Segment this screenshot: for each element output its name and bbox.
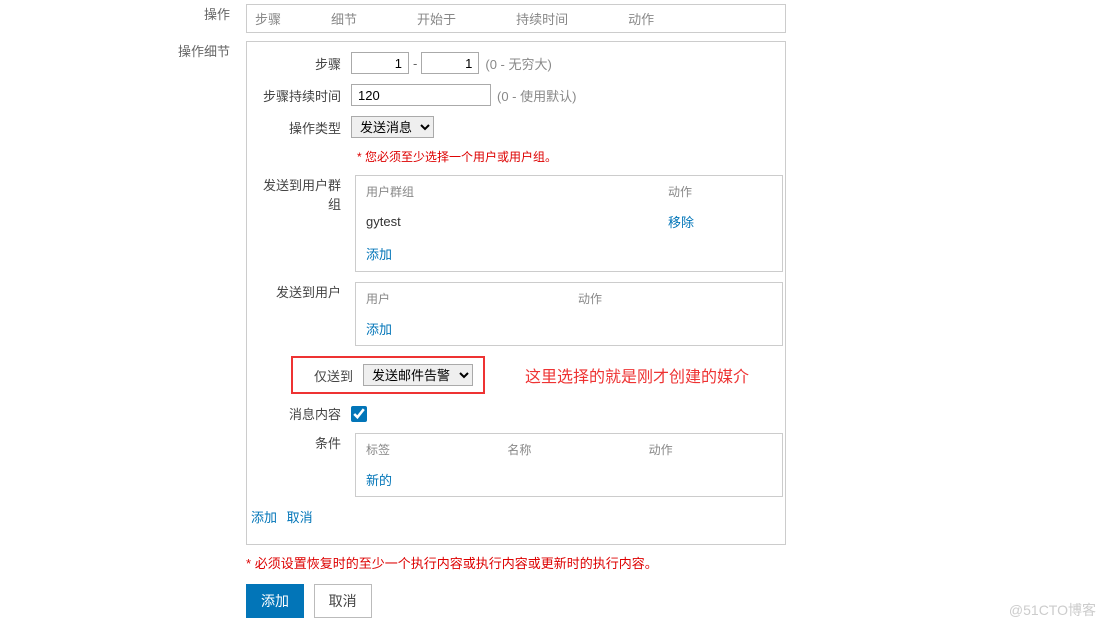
tab-action: 动作: [628, 9, 654, 28]
table-row: gytest 移除: [358, 207, 780, 236]
duration-input[interactable]: [351, 84, 491, 106]
group-add-link[interactable]: 添加: [366, 247, 392, 262]
user-table: 用户 动作 添加: [355, 282, 783, 346]
user-col-user: 用户: [358, 285, 568, 312]
operations-label: 操作: [170, 0, 238, 37]
cond-col-tag: 标签: [358, 436, 497, 463]
group-table: 用户群组 动作 gytest 移除 添: [355, 175, 783, 272]
steps-label: 步骤: [251, 54, 351, 73]
cond-col-action: 动作: [641, 436, 780, 463]
group-col-group: 用户群组: [358, 178, 658, 205]
steps-hint: (0 - 无穷大): [485, 54, 551, 73]
add-button[interactable]: 添加: [246, 584, 304, 618]
duration-hint: (0 - 使用默认): [497, 86, 576, 105]
watermark: @51CTO博客: [1009, 600, 1096, 620]
send-group-label: 发送到用户群组: [251, 175, 351, 213]
msg-content-checkbox[interactable]: [351, 406, 367, 422]
cond-label: 条件: [251, 433, 351, 452]
annotation-text: 这里选择的就是刚才创建的媒介: [525, 363, 749, 387]
send-only-highlight: 仅送到 发送邮件告警: [291, 356, 485, 394]
steps-dash: -: [413, 56, 417, 71]
send-user-label: 发送到用户: [251, 282, 351, 301]
group-col-action: 动作: [660, 178, 780, 205]
tab-duration: 持续时间: [516, 9, 568, 28]
user-col-action: 动作: [570, 285, 780, 312]
cancel-button[interactable]: 取消: [314, 584, 372, 618]
user-add-link[interactable]: 添加: [366, 322, 392, 337]
send-only-select[interactable]: 发送邮件告警: [363, 364, 473, 386]
op-type-label: 操作类型: [251, 118, 351, 137]
cond-new-link[interactable]: 新的: [366, 473, 392, 488]
tab-start: 开始于: [417, 9, 456, 28]
send-only-label: 仅送到: [293, 366, 363, 385]
duration-label: 步骤持续时间: [251, 86, 351, 105]
steps-to-input[interactable]: [421, 52, 479, 74]
op-type-select[interactable]: 发送消息: [351, 116, 434, 138]
group-cell-name: gytest: [358, 207, 658, 236]
tab-steps: 步骤: [255, 9, 281, 28]
tabs-header: 步骤 细节 开始于 持续时间 动作: [246, 4, 786, 33]
cond-table: 标签 名称 动作 新的: [355, 433, 783, 497]
detail-add-link[interactable]: 添加: [251, 510, 277, 525]
detail-cancel-link[interactable]: 取消: [287, 510, 313, 525]
error-message: 必须设置恢复时的至少一个执行内容或执行内容或更新时的执行内容。: [246, 553, 786, 572]
tab-details: 细节: [331, 9, 357, 28]
msg-content-label: 消息内容: [251, 404, 351, 423]
details-panel: 步骤 - (0 - 无穷大) 步骤持续时间 (0 - 使用默认): [246, 41, 786, 545]
group-remove-link[interactable]: 移除: [668, 215, 694, 230]
cond-col-name: 名称: [499, 436, 638, 463]
required-note: 您必须至少选择一个用户或用户组。: [357, 148, 557, 165]
steps-from-input[interactable]: [351, 52, 409, 74]
details-section-label: 操作细节: [170, 37, 238, 622]
